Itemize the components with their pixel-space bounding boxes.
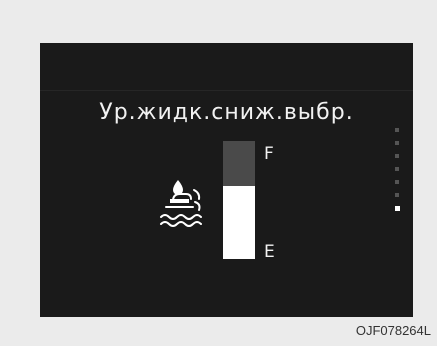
- display-top-bar: [40, 43, 413, 91]
- fluid-level-fill: [223, 185, 255, 259]
- cluster-display: Ур.жидк.сниж.выбр. F E: [40, 43, 413, 317]
- warning-title: Ур.жидк.сниж.выбр.: [99, 100, 354, 125]
- page-dot: [395, 141, 399, 145]
- gauge-empty-label: E: [264, 242, 275, 262]
- page-dot-active: [395, 206, 400, 211]
- page-dot: [395, 128, 399, 132]
- page-dot: [395, 193, 399, 197]
- image-code: OJF078264L: [355, 323, 431, 338]
- page-dot: [395, 167, 399, 171]
- page-indicator: [395, 128, 401, 228]
- page-dot: [395, 180, 399, 184]
- washer-fluid-icon: [160, 180, 202, 227]
- gauge-full-label: F: [264, 144, 274, 164]
- fluid-level-gauge: [223, 141, 255, 259]
- page-dot: [395, 154, 399, 158]
